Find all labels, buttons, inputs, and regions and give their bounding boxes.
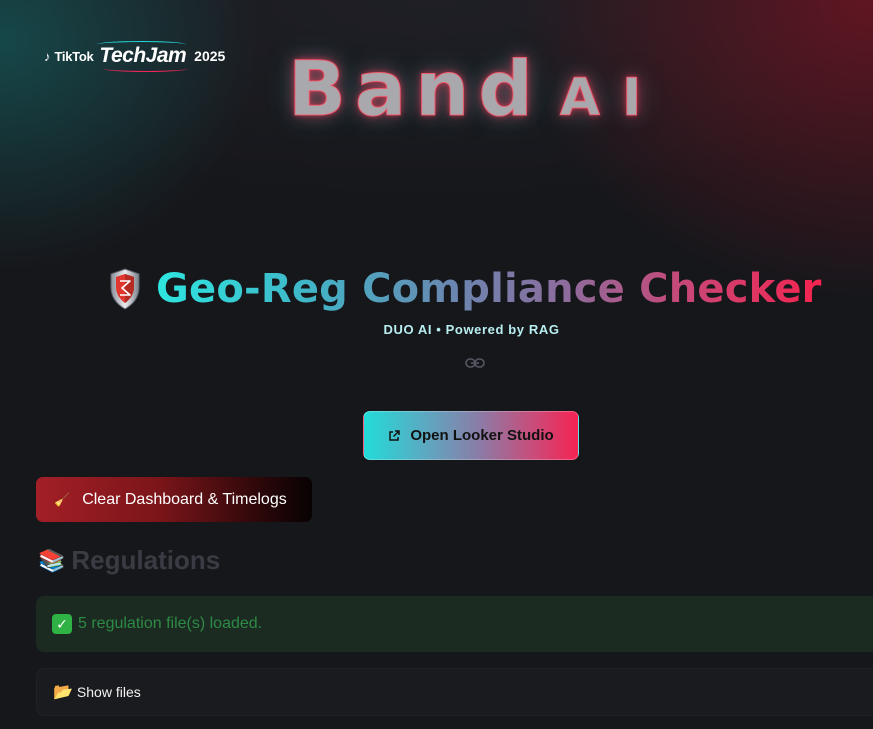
bandai-brand: Band AI: [288, 44, 664, 134]
tiktok-note-icon: ♪: [44, 48, 51, 64]
external-link-icon: [389, 429, 401, 441]
brand-band: Band: [288, 44, 542, 134]
regulations-heading: 📚 Regulations: [38, 545, 220, 576]
page-subtitle: DUO AI • Powered by RAG: [383, 322, 560, 337]
clear-dashboard-button[interactable]: 🧹 Clear Dashboard & Timelogs: [36, 477, 312, 522]
regulations-heading-text: Regulations: [71, 545, 221, 575]
tiktok-wordmark: TikTok: [54, 48, 94, 64]
page-header: Geo-Reg Compliance Checker: [108, 266, 822, 312]
logo-year: 2025: [194, 48, 226, 64]
looker-button-label: Open Looker Studio: [410, 427, 554, 444]
shield-icon: [110, 268, 140, 310]
broom-icon: 🧹: [54, 491, 71, 507]
show-files-label: Show files: [76, 684, 141, 700]
brand-ai: AI: [559, 68, 664, 129]
clear-button-label: Clear Dashboard & Timelogs: [82, 490, 287, 508]
open-folder-icon: 📂: [53, 684, 73, 701]
check-mark-icon: ✓: [52, 614, 72, 634]
techjam-wordmark: TechJam: [97, 41, 188, 72]
page-title: Geo-Reg Compliance Checker: [156, 266, 822, 312]
success-message: 5 regulation file(s) loaded.: [78, 615, 263, 632]
success-alert: ✓ 5 regulation file(s) loaded.: [36, 596, 873, 652]
books-icon: 📚: [38, 547, 66, 573]
tiktok-techjam-logo: ♪ TikTok TechJam 2025: [44, 41, 226, 72]
anchor-link-icon[interactable]: [465, 356, 485, 370]
show-files-expander[interactable]: 📂 Show files: [36, 668, 873, 716]
open-looker-studio-button[interactable]: Open Looker Studio: [363, 411, 579, 460]
